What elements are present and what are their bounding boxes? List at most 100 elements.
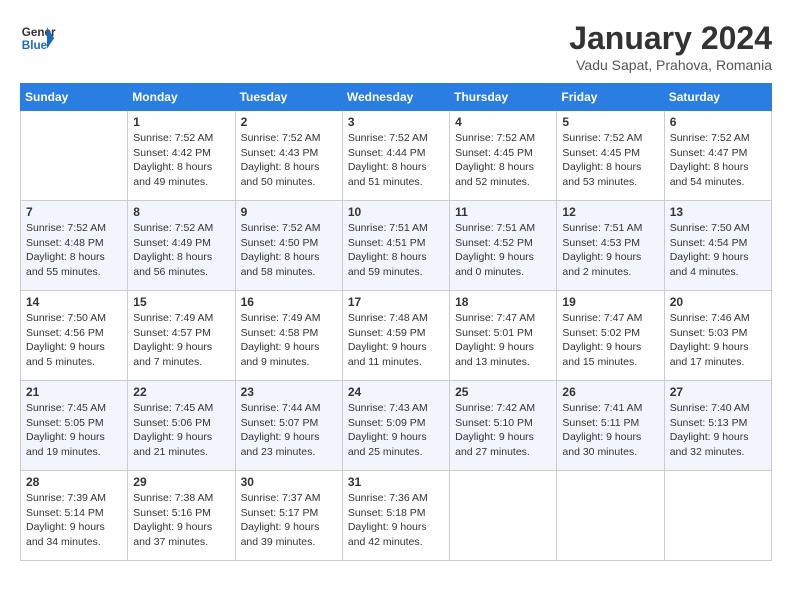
day-info: Sunrise: 7:39 AMSunset: 5:14 PMDaylight:…: [26, 491, 122, 550]
day-info: Sunrise: 7:52 AMSunset: 4:44 PMDaylight:…: [348, 131, 444, 190]
weekday-header-sunday: Sunday: [21, 84, 128, 111]
day-number: 22: [133, 385, 229, 399]
calendar-cell: 26 Sunrise: 7:41 AMSunset: 5:11 PMDayligh…: [557, 381, 664, 471]
day-info: Sunrise: 7:44 AMSunset: 5:07 PMDaylight:…: [241, 401, 337, 460]
calendar-cell: 2 Sunrise: 7:52 AMSunset: 4:43 PMDaylight…: [235, 111, 342, 201]
day-number: 29: [133, 475, 229, 489]
day-info: Sunrise: 7:52 AMSunset: 4:47 PMDaylight:…: [670, 131, 766, 190]
day-info: Sunrise: 7:36 AMSunset: 5:18 PMDaylight:…: [348, 491, 444, 550]
calendar-cell: 19Sunrise: 7:47 AMSunset: 5:02 PMDayligh…: [557, 291, 664, 381]
day-number: 15: [133, 295, 229, 309]
day-info: Sunrise: 7:52 AMSunset: 4:42 PMDaylight:…: [133, 131, 229, 190]
day-number: 30: [241, 475, 337, 489]
day-info: Sunrise: 7:52 AMSunset: 4:43 PMDaylight:…: [241, 131, 337, 190]
calendar-cell: 22 Sunrise: 7:45 AMSunset: 5:06 PMDayligh…: [128, 381, 235, 471]
weekday-header-row: SundayMondayTuesdayWednesdayThursdayFrid…: [21, 84, 772, 111]
day-number: 18: [455, 295, 551, 309]
day-info: Sunrise: 7:43 AMSunset: 5:09 PMDaylight:…: [348, 401, 444, 460]
calendar-cell: 18 Sunrise: 7:47 AMSunset: 5:01 PMDayligh…: [450, 291, 557, 381]
day-number: 5: [562, 115, 658, 129]
calendar-cell: 14Sunrise: 7:50 AMSunset: 4:56 PMDayligh…: [21, 291, 128, 381]
calendar-cell: [21, 111, 128, 201]
calendar-table: SundayMondayTuesdayWednesdayThursdayFrid…: [20, 83, 772, 561]
svg-text:Blue: Blue: [22, 39, 48, 52]
calendar-cell: 3Sunrise: 7:52 AMSunset: 4:44 PMDaylight…: [342, 111, 449, 201]
day-number: 17: [348, 295, 444, 309]
page-header: General Blue January 2024 Vadu Sapat, Pr…: [20, 20, 772, 73]
day-info: Sunrise: 7:47 AMSunset: 5:01 PMDaylight:…: [455, 311, 551, 370]
weekday-header-wednesday: Wednesday: [342, 84, 449, 111]
day-number: 16: [241, 295, 337, 309]
day-info: Sunrise: 7:52 AMSunset: 4:45 PMDaylight:…: [562, 131, 658, 190]
day-info: Sunrise: 7:38 AMSunset: 5:16 PMDaylight:…: [133, 491, 229, 550]
day-info: Sunrise: 7:37 AMSunset: 5:17 PMDaylight:…: [241, 491, 337, 550]
day-info: Sunrise: 7:51 AMSunset: 4:52 PMDaylight:…: [455, 221, 551, 280]
day-info: Sunrise: 7:52 AMSunset: 4:49 PMDaylight:…: [133, 221, 229, 280]
calendar-cell: 17 Sunrise: 7:48 AMSunset: 4:59 PMDayligh…: [342, 291, 449, 381]
calendar-cell: 5 Sunrise: 7:52 AMSunset: 4:45 PMDaylight…: [557, 111, 664, 201]
calendar-cell: 23 Sunrise: 7:44 AMSunset: 5:07 PMDayligh…: [235, 381, 342, 471]
calendar-cell: 21 Sunrise: 7:45 AMSunset: 5:05 PMDayligh…: [21, 381, 128, 471]
calendar-cell: 30 Sunrise: 7:37 AMSunset: 5:17 PMDayligh…: [235, 471, 342, 561]
day-info: Sunrise: 7:41 AMSunset: 5:11 PMDaylight:…: [562, 401, 658, 460]
month-title: January 2024: [569, 20, 772, 57]
calendar-cell: 28 Sunrise: 7:39 AMSunset: 5:14 PMDayligh…: [21, 471, 128, 561]
day-number: 1: [133, 115, 229, 129]
title-area: January 2024 Vadu Sapat, Prahova, Romani…: [569, 20, 772, 73]
calendar-cell: 15 Sunrise: 7:49 AMSunset: 4:57 PMDayligh…: [128, 291, 235, 381]
calendar-cell: 16 Sunrise: 7:49 AMSunset: 4:58 PMDayligh…: [235, 291, 342, 381]
calendar-cell: 27 Sunrise: 7:40 AMSunset: 5:13 PMDayligh…: [664, 381, 771, 471]
calendar-cell: [664, 471, 771, 561]
day-number: 9: [241, 205, 337, 219]
weekday-header-thursday: Thursday: [450, 84, 557, 111]
day-info: Sunrise: 7:46 AMSunset: 5:03 PMDaylight:…: [670, 311, 766, 370]
day-number: 10: [348, 205, 444, 219]
day-info: Sunrise: 7:45 AMSunset: 5:06 PMDaylight:…: [133, 401, 229, 460]
day-number: 2: [241, 115, 337, 129]
day-info: Sunrise: 7:48 AMSunset: 4:59 PMDaylight:…: [348, 311, 444, 370]
calendar-cell: 13 Sunrise: 7:50 AMSunset: 4:54 PMDayligh…: [664, 201, 771, 291]
logo-icon: General Blue: [20, 20, 56, 56]
day-number: 21: [26, 385, 122, 399]
day-number: 24: [348, 385, 444, 399]
day-number: 7: [26, 205, 122, 219]
week-row-4: 21 Sunrise: 7:45 AMSunset: 5:05 PMDayligh…: [21, 381, 772, 471]
day-info: Sunrise: 7:51 AMSunset: 4:53 PMDaylight:…: [562, 221, 658, 280]
day-info: Sunrise: 7:42 AMSunset: 5:10 PMDaylight:…: [455, 401, 551, 460]
calendar-cell: 10Sunrise: 7:51 AMSunset: 4:51 PMDayligh…: [342, 201, 449, 291]
day-number: 6: [670, 115, 766, 129]
day-info: Sunrise: 7:50 AMSunset: 4:54 PMDaylight:…: [670, 221, 766, 280]
calendar-cell: 11Sunrise: 7:51 AMSunset: 4:52 PMDayligh…: [450, 201, 557, 291]
day-info: Sunrise: 7:52 AMSunset: 4:48 PMDaylight:…: [26, 221, 122, 280]
calendar-cell: 29 Sunrise: 7:38 AMSunset: 5:16 PMDayligh…: [128, 471, 235, 561]
day-number: 23: [241, 385, 337, 399]
calendar-cell: 31 Sunrise: 7:36 AMSunset: 5:18 PMDayligh…: [342, 471, 449, 561]
weekday-header-saturday: Saturday: [664, 84, 771, 111]
day-info: Sunrise: 7:45 AMSunset: 5:05 PMDaylight:…: [26, 401, 122, 460]
day-info: Sunrise: 7:49 AMSunset: 4:58 PMDaylight:…: [241, 311, 337, 370]
weekday-header-friday: Friday: [557, 84, 664, 111]
calendar-cell: [450, 471, 557, 561]
day-number: 13: [670, 205, 766, 219]
day-number: 31: [348, 475, 444, 489]
weekday-header-tuesday: Tuesday: [235, 84, 342, 111]
week-row-3: 14Sunrise: 7:50 AMSunset: 4:56 PMDayligh…: [21, 291, 772, 381]
day-number: 26: [562, 385, 658, 399]
day-info: Sunrise: 7:52 AMSunset: 4:45 PMDaylight:…: [455, 131, 551, 190]
calendar-cell: 25Sunrise: 7:42 AMSunset: 5:10 PMDayligh…: [450, 381, 557, 471]
day-number: 4: [455, 115, 551, 129]
day-info: Sunrise: 7:49 AMSunset: 4:57 PMDaylight:…: [133, 311, 229, 370]
week-row-5: 28 Sunrise: 7:39 AMSunset: 5:14 PMDayligh…: [21, 471, 772, 561]
day-number: 27: [670, 385, 766, 399]
calendar-cell: 7 Sunrise: 7:52 AMSunset: 4:48 PMDaylight…: [21, 201, 128, 291]
day-number: 28: [26, 475, 122, 489]
calendar-cell: 12Sunrise: 7:51 AMSunset: 4:53 PMDayligh…: [557, 201, 664, 291]
weekday-header-monday: Monday: [128, 84, 235, 111]
logo: General Blue: [20, 20, 56, 56]
calendar-cell: 8Sunrise: 7:52 AMSunset: 4:49 PMDaylight…: [128, 201, 235, 291]
week-row-1: 1 Sunrise: 7:52 AMSunset: 4:42 PMDaylight…: [21, 111, 772, 201]
calendar-cell: 20Sunrise: 7:46 AMSunset: 5:03 PMDayligh…: [664, 291, 771, 381]
calendar-cell: 9Sunrise: 7:52 AMSunset: 4:50 PMDaylight…: [235, 201, 342, 291]
calendar-cell: 6 Sunrise: 7:52 AMSunset: 4:47 PMDaylight…: [664, 111, 771, 201]
day-info: Sunrise: 7:40 AMSunset: 5:13 PMDaylight:…: [670, 401, 766, 460]
